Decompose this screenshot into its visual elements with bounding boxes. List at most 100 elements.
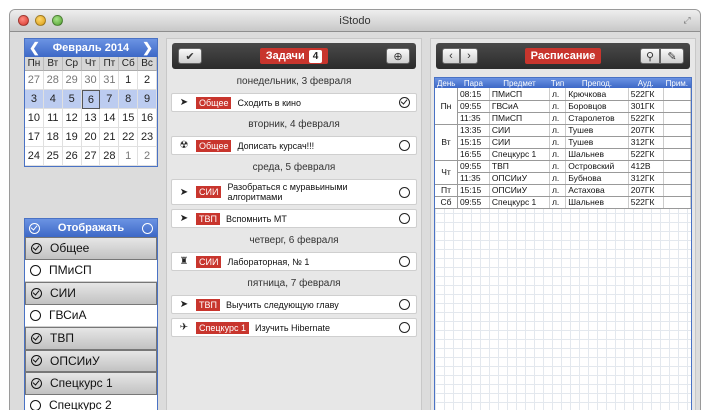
calendar-day[interactable]: 2	[138, 147, 157, 166]
complete-task-button[interactable]: ✔	[178, 48, 202, 64]
calendar-day[interactable]: 7	[100, 90, 120, 109]
empty-circle-icon[interactable]	[399, 186, 410, 198]
schedule-row[interactable]: Пт 15:15 ОПСИиУ л. Астахова 207ГК	[435, 184, 692, 197]
calendar-day[interactable]: 24	[25, 147, 44, 166]
calendar-day[interactable]: 29	[62, 71, 82, 90]
task-item[interactable]: ➤ ТВП Вспомнить МТ	[171, 209, 417, 228]
schedule-cell: Тушев	[565, 136, 629, 149]
calendar-day[interactable]: 20	[81, 128, 101, 147]
calendar-day[interactable]: 19	[62, 128, 82, 147]
edit-schedule-button[interactable]: ✎	[660, 48, 684, 64]
calendar-day[interactable]: 15	[119, 109, 139, 128]
schedule-row[interactable]: Сб 09:55 Спецкурс 1 л. Шальнев 522ГК	[435, 196, 692, 209]
add-task-button[interactable]: ⊕	[386, 48, 410, 64]
calendar-day[interactable]: 31	[100, 71, 120, 90]
schedule-cell: л.	[549, 184, 567, 197]
weekday-label: Пн	[25, 57, 44, 71]
task-item[interactable]: ➤ СИИ Разобраться с муравьиными алгоритмам…	[171, 179, 417, 205]
schedule-row[interactable]: 15:15 СИИ л. Тушев 312ГК	[435, 136, 692, 149]
filter-item[interactable]: Спецкурс 2	[25, 395, 157, 410]
calendar-day[interactable]: 14	[100, 109, 120, 128]
schedule-cell: ОПСИиУ	[489, 184, 550, 197]
location-button[interactable]: ⚲	[640, 48, 660, 64]
empty-circle-icon[interactable]	[30, 264, 41, 276]
calendar-day[interactable]: 22	[119, 128, 139, 147]
calendar-day[interactable]: 1	[119, 147, 139, 166]
calendar-day[interactable]: 2	[138, 71, 157, 90]
calendar-day[interactable]: 30	[81, 71, 101, 90]
prev-week-button[interactable]: ‹	[442, 48, 460, 64]
schedule-row[interactable]: Вт 13:35 СИИ л. Тушев 207ГК	[435, 124, 692, 161]
empty-circle-icon[interactable]	[399, 299, 410, 310]
calendar-day[interactable]: 16	[138, 109, 157, 128]
next-week-button[interactable]: ›	[460, 48, 478, 64]
calendar-day[interactable]: 5	[62, 90, 82, 109]
checked-circle-icon[interactable]	[31, 332, 42, 344]
completed-circle-icon[interactable]	[399, 97, 410, 108]
checked-circle-icon[interactable]	[31, 242, 42, 254]
calendar-day[interactable]: 11	[43, 109, 63, 128]
task-list: понедельник, 3 февраля ➤ Общее Сходить в ки…	[167, 76, 421, 337]
calendar-day[interactable]: 23	[138, 128, 157, 147]
schedule-row[interactable]: Чт 09:55 ТВП л. Островский 412В	[435, 160, 692, 185]
empty-circle-icon[interactable]	[399, 140, 410, 151]
filter-item[interactable]: ПМиСП	[25, 260, 157, 282]
schedule-row[interactable]: 09:55 ГВСиА л. Боровцов 301ГК	[435, 100, 692, 113]
task-item[interactable]: ☢ Общее Дописать курсач!!!	[171, 136, 417, 155]
calendar-day[interactable]: 21	[100, 128, 120, 147]
calendar-day[interactable]: 26	[62, 147, 82, 166]
filter-item[interactable]: ОПСИиУ	[25, 349, 157, 372]
filter-item[interactable]: ГВСиА	[25, 305, 157, 327]
close-window-button[interactable]	[18, 15, 29, 26]
calendar-day[interactable]: 4	[43, 90, 63, 109]
calendar-day[interactable]: 9	[138, 90, 157, 109]
zoom-window-button[interactable]	[52, 15, 63, 26]
task-item[interactable]: ✈ Спецкурс 1 Изучить Hibernate	[171, 318, 417, 337]
fullscreen-icon[interactable]: ⤢	[682, 15, 692, 25]
filter-item[interactable]: Спецкурс 1	[25, 372, 157, 395]
minimize-window-button[interactable]	[35, 15, 46, 26]
calendar-day[interactable]: 17	[25, 128, 44, 147]
calendar-day[interactable]: 8	[119, 90, 139, 109]
calendar-day[interactable]: 27	[25, 71, 44, 90]
empty-circle-icon[interactable]	[399, 213, 410, 224]
calendar-day[interactable]: 28	[43, 71, 63, 90]
schedule-column-header: Предмет	[489, 78, 550, 88]
prev-month-icon[interactable]: ❮	[29, 40, 40, 56]
schedule-row[interactable]: 16:55 Спецкурс 1 л. Шальнев 522ГК	[435, 148, 692, 161]
calendar-day[interactable]: 1	[119, 71, 139, 90]
schedule-cell: 09:55	[457, 196, 490, 209]
deselect-all-icon[interactable]	[141, 222, 153, 234]
checked-circle-icon[interactable]	[31, 377, 42, 389]
task-item[interactable]: ➤ Общее Сходить в кино	[171, 93, 417, 112]
calendar-day[interactable]: 13	[81, 109, 101, 128]
schedule-row[interactable]: 11:35 ОПСИиУ л. Бубнова 312ГК	[435, 172, 692, 185]
empty-circle-icon[interactable]	[399, 256, 410, 267]
checked-circle-icon[interactable]	[31, 287, 42, 299]
filter-item[interactable]: СИИ	[25, 282, 157, 305]
schedule-cell	[663, 100, 692, 113]
task-item[interactable]: ♜ СИИ Лабораторная, № 1	[171, 252, 417, 271]
filter-item[interactable]: Общее	[25, 237, 157, 260]
schedule-column-header: Прим.	[663, 78, 691, 88]
calendar-day[interactable]: 3	[25, 90, 44, 109]
empty-circle-icon[interactable]	[399, 322, 410, 333]
schedule-cell: л.	[549, 160, 567, 173]
calendar-day[interactable]: 12	[62, 109, 82, 128]
calendar-day[interactable]: 6	[81, 90, 101, 109]
schedule-row[interactable]: 11:35 ПМиСП л. Старолетов 522ГК	[435, 112, 692, 125]
calendar-day[interactable]: 10	[25, 109, 44, 128]
select-all-icon[interactable]	[29, 222, 40, 234]
calendar-day[interactable]: 27	[81, 147, 101, 166]
filter-item[interactable]: ТВП	[25, 327, 157, 350]
next-month-icon[interactable]: ❯	[142, 40, 153, 56]
calendar-day[interactable]: 18	[43, 128, 63, 147]
schedule-row[interactable]: Пн 08:15 ПМиСП л. Крючкова 522ГК	[435, 88, 692, 125]
empty-circle-icon[interactable]	[30, 309, 41, 321]
task-day-header: вторник, 4 февраля	[248, 119, 340, 130]
calendar-day[interactable]: 28	[100, 147, 120, 166]
calendar-day[interactable]: 25	[43, 147, 63, 166]
task-item[interactable]: ➤ ТВП Выучить следующую главу	[171, 295, 417, 314]
empty-circle-icon[interactable]	[30, 399, 41, 410]
checked-circle-icon[interactable]	[31, 355, 42, 367]
